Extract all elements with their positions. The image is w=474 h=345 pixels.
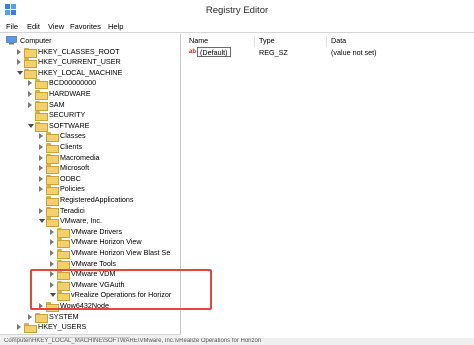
expand-arrow-icon[interactable] xyxy=(50,260,54,267)
expand-arrow-icon[interactable] xyxy=(39,186,43,193)
value-data: (value not set) xyxy=(331,48,377,57)
tree-node-label: ODBC xyxy=(60,173,81,183)
tree-node-label: Clients xyxy=(60,142,82,151)
folder-icon xyxy=(46,206,59,217)
collapse-arrow-icon[interactable] xyxy=(39,219,45,224)
tree-node-label: SAM xyxy=(49,99,65,109)
expand-arrow-icon[interactable] xyxy=(28,80,32,87)
tree-node-label: Classes xyxy=(60,131,86,141)
expand-arrow-icon[interactable] xyxy=(39,175,43,182)
value-name: (Default) xyxy=(197,47,231,57)
column-header-type[interactable]: Type xyxy=(255,36,327,47)
tree-node-label: SYSTEM xyxy=(49,311,79,321)
tree-node-label: Teradici xyxy=(60,205,85,215)
tree-node-label: HARDWARE xyxy=(49,89,91,98)
expand-arrow-icon[interactable] xyxy=(39,154,43,161)
folder-icon xyxy=(46,143,59,153)
folder-icon xyxy=(46,196,59,206)
tree-node-label: SOFTWARE xyxy=(49,120,90,130)
expand-arrow-icon[interactable] xyxy=(17,59,21,66)
folder-icon xyxy=(24,68,37,79)
value-row[interactable]: ab (Default) REG_SZ (value not set) xyxy=(185,47,474,59)
tree-node-label: Microsoft xyxy=(60,163,90,173)
menu-help[interactable]: Help xyxy=(108,22,123,31)
tree-node-label: VMware Drivers xyxy=(71,226,123,236)
folder-icon xyxy=(35,79,48,90)
tree-node-label: BCD00000000 xyxy=(49,78,97,88)
expand-arrow-icon[interactable] xyxy=(50,239,54,246)
folder-icon xyxy=(46,132,59,143)
folder-icon xyxy=(35,312,48,323)
expand-arrow-icon[interactable] xyxy=(28,101,32,108)
value-type: REG_SZ xyxy=(259,48,288,57)
status-bar: Computer\HKEY_LOCAL_MACHINE\SOFTWARE\VMw… xyxy=(0,338,474,345)
expand-arrow-icon[interactable] xyxy=(39,207,43,214)
tree-node-label: VMware Horizon View xyxy=(71,237,142,247)
menu-bar: File Edit View Favorites Help xyxy=(0,20,474,33)
folder-icon xyxy=(24,58,37,69)
expand-arrow-icon[interactable] xyxy=(39,133,43,140)
collapse-arrow-icon[interactable] xyxy=(28,123,34,128)
expand-arrow-icon[interactable] xyxy=(50,228,54,235)
expand-arrow-icon[interactable] xyxy=(17,48,21,55)
folder-icon xyxy=(24,47,37,58)
folder-icon xyxy=(46,153,59,164)
tree-node-label: RegisteredApplications xyxy=(60,195,134,204)
folder-icon xyxy=(46,185,59,196)
tree-node-label: SECURITY xyxy=(49,110,86,120)
folder-icon xyxy=(35,121,48,132)
menu-edit[interactable]: Edit xyxy=(27,22,40,31)
highlight-annotation-box xyxy=(30,269,212,310)
column-header-name[interactable]: Name xyxy=(185,36,255,47)
string-value-icon: ab xyxy=(189,49,197,55)
collapse-arrow-icon[interactable] xyxy=(17,70,23,75)
folder-icon xyxy=(24,323,37,334)
tree-node-label: Computer xyxy=(20,36,52,45)
expand-arrow-icon[interactable] xyxy=(28,91,32,97)
folder-icon xyxy=(57,238,70,249)
menu-file[interactable]: File xyxy=(6,22,18,31)
expand-arrow-icon[interactable] xyxy=(28,313,32,320)
tree-node-label: VMware Tools xyxy=(71,258,117,268)
folder-icon xyxy=(57,249,70,259)
tree-node-label: HKEY_CLASSES_ROOT xyxy=(38,46,120,56)
folder-icon xyxy=(57,259,70,270)
tree-node-label: VMware, Inc. xyxy=(60,216,102,226)
tree-node-label: VMware Horizon View Blast Se xyxy=(71,248,171,257)
folder-icon xyxy=(35,100,48,111)
folder-icon xyxy=(35,90,48,100)
folder-icon xyxy=(46,217,59,228)
folder-icon xyxy=(46,174,59,185)
computer-icon xyxy=(6,36,17,45)
folder-icon xyxy=(57,227,70,238)
expand-arrow-icon[interactable] xyxy=(50,250,54,256)
expand-arrow-icon[interactable] xyxy=(17,324,21,331)
menu-view[interactable]: View xyxy=(48,22,64,31)
tree-node-label: HKEY_USERS xyxy=(38,322,87,332)
expand-arrow-icon[interactable] xyxy=(39,165,43,172)
tree-node-label: Policies xyxy=(60,184,85,194)
title-bar: Registry Editor xyxy=(0,0,474,20)
menu-favorites[interactable]: Favorites xyxy=(70,22,101,31)
tree-node-label: HKEY_LOCAL_MACHINE xyxy=(38,67,123,77)
column-header-data[interactable]: Data xyxy=(327,36,474,47)
folder-icon xyxy=(46,164,59,175)
folder-icon xyxy=(35,111,48,122)
tree-node-label: HKEY_CURRENT_USER xyxy=(38,57,121,67)
window-title: Registry Editor xyxy=(205,5,269,16)
expand-arrow-icon[interactable] xyxy=(39,144,43,150)
values-list[interactable]: Name Type Data ab (Default) REG_SZ (valu… xyxy=(185,34,474,334)
tree-node-label: Macromedia xyxy=(60,152,100,162)
